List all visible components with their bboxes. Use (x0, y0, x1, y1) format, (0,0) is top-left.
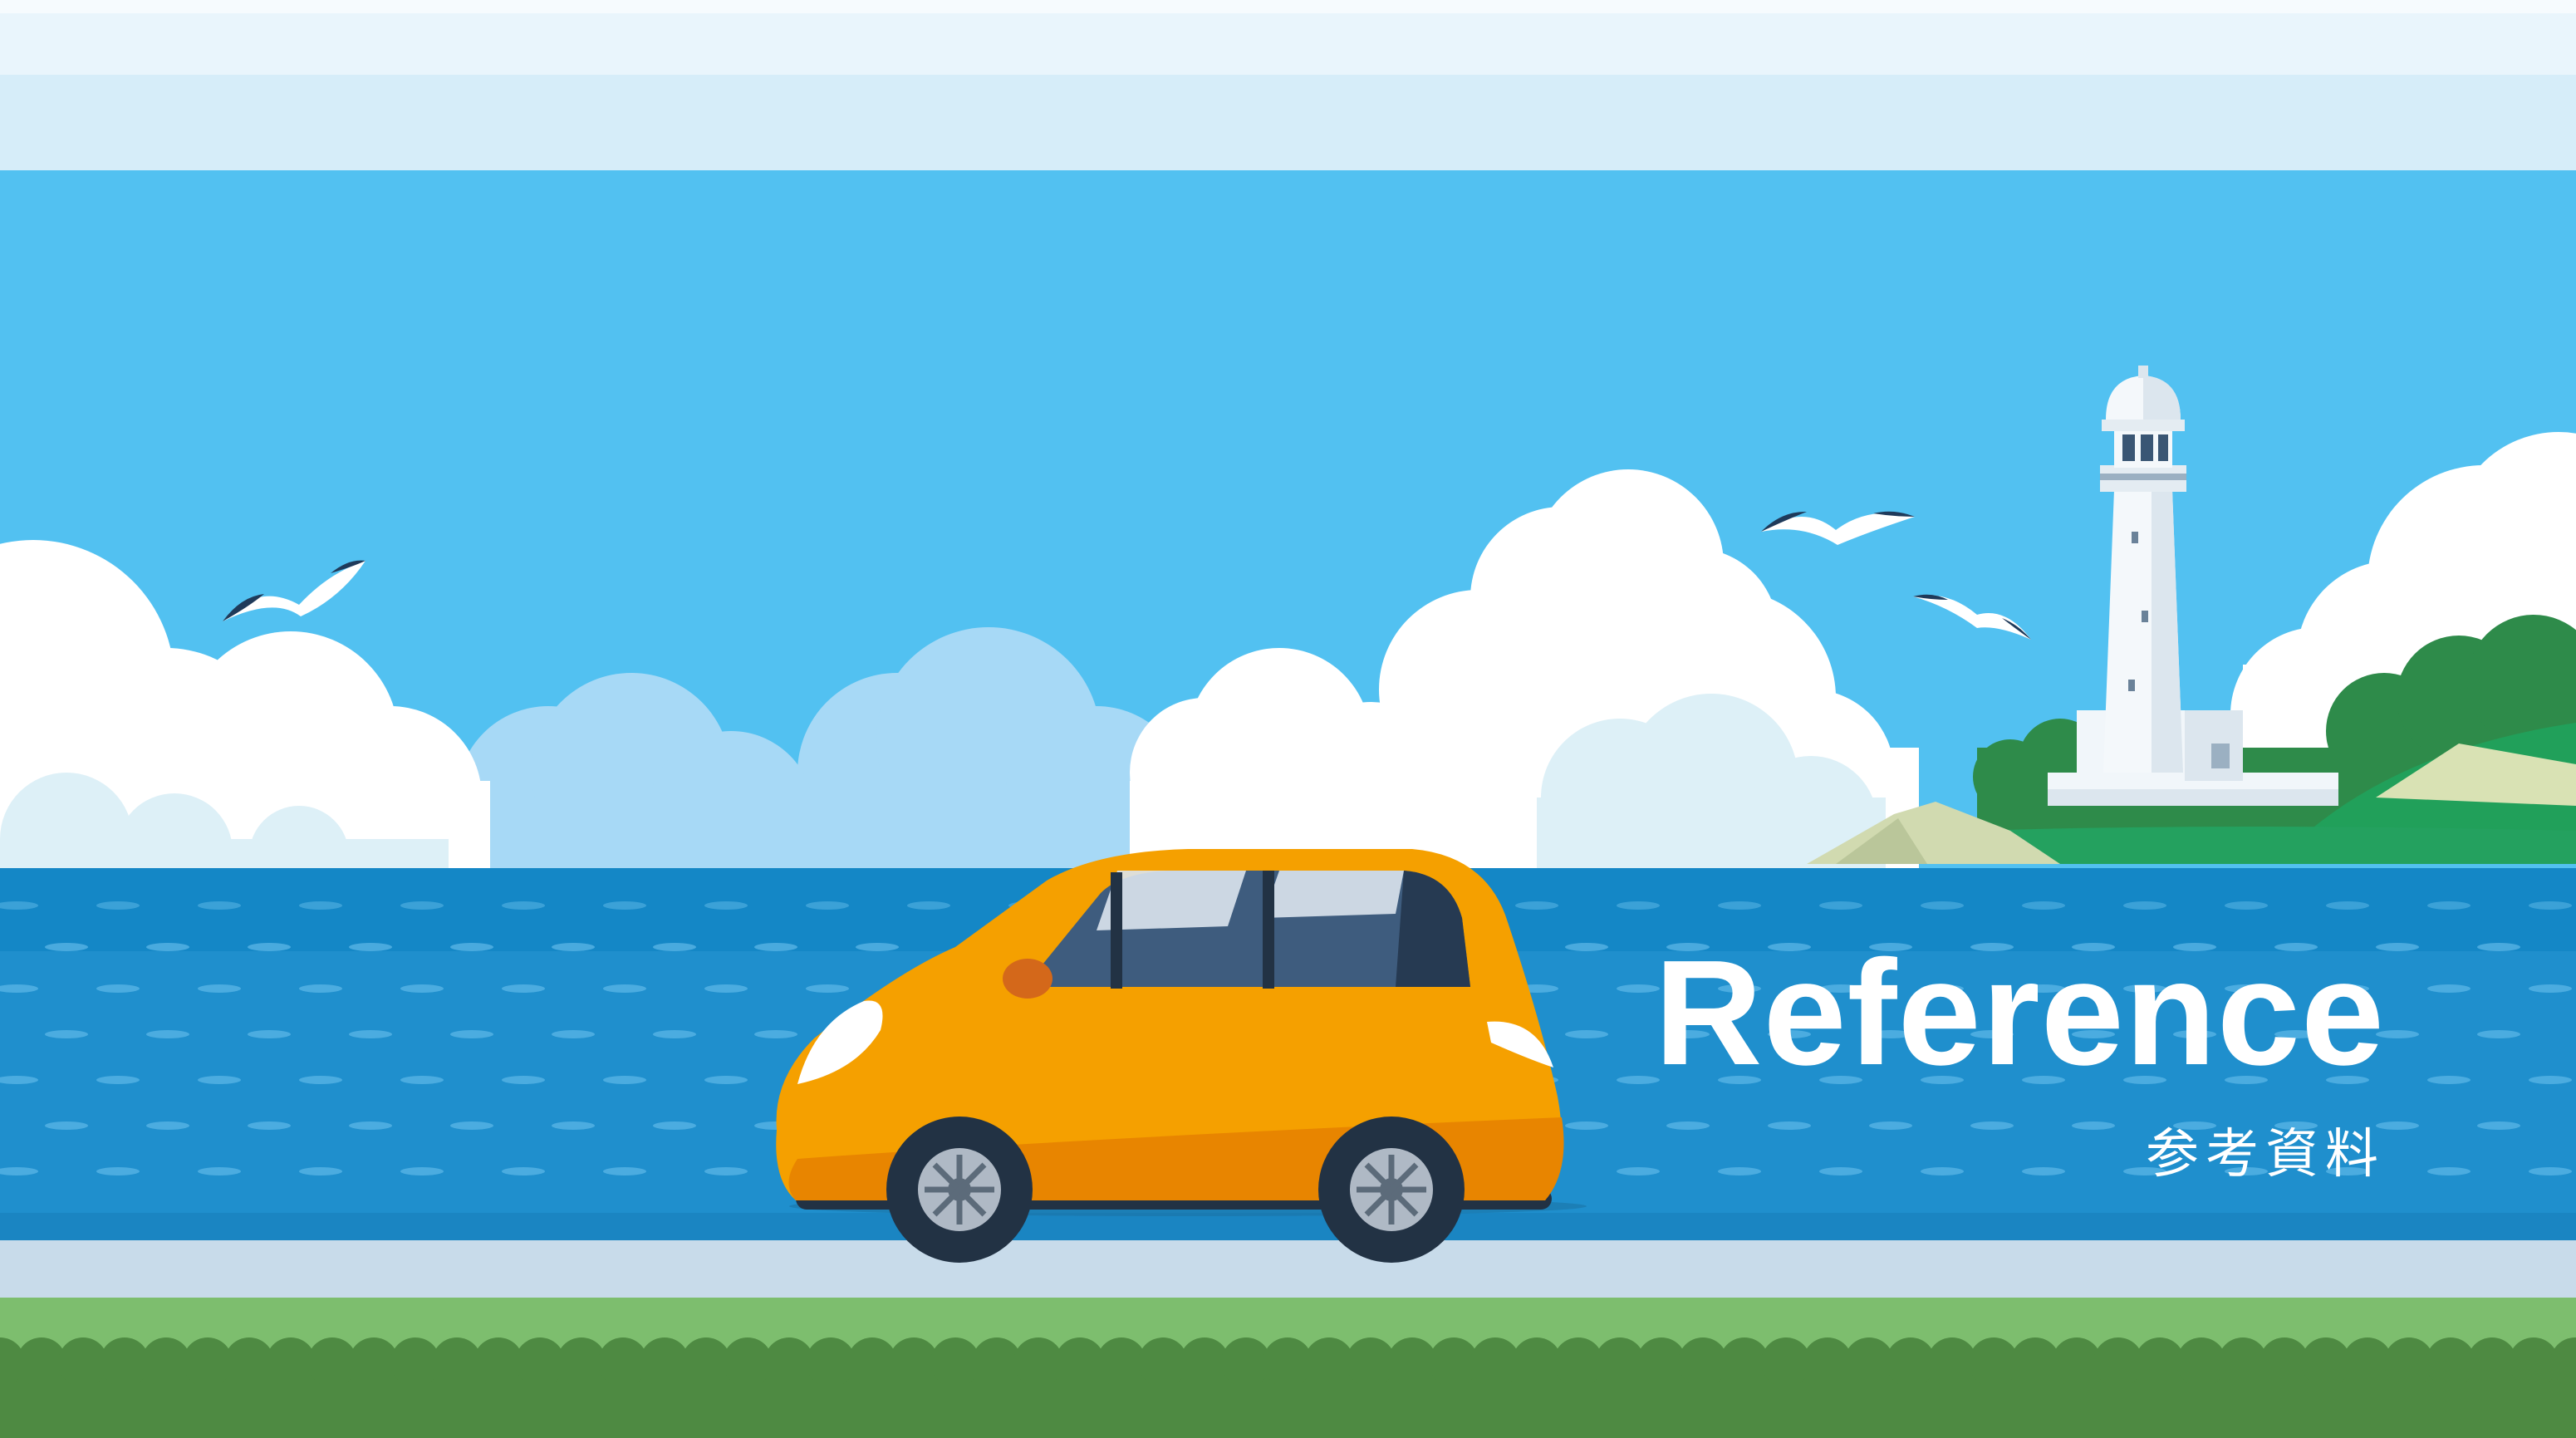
sea-shore (0, 1213, 2576, 1242)
slide-title: Reference (1654, 930, 2385, 1097)
hedge (0, 1337, 2576, 1438)
sky-band-edge (0, 0, 2576, 13)
title-block: Reference 参考資料 (1654, 930, 2385, 1185)
road (0, 1240, 2576, 1300)
scene-illustration (0, 0, 2576, 1438)
slide-subtitle: 参考資料 (2146, 1124, 2385, 1185)
slide-canvas: Reference 参考資料 (0, 0, 2576, 1438)
